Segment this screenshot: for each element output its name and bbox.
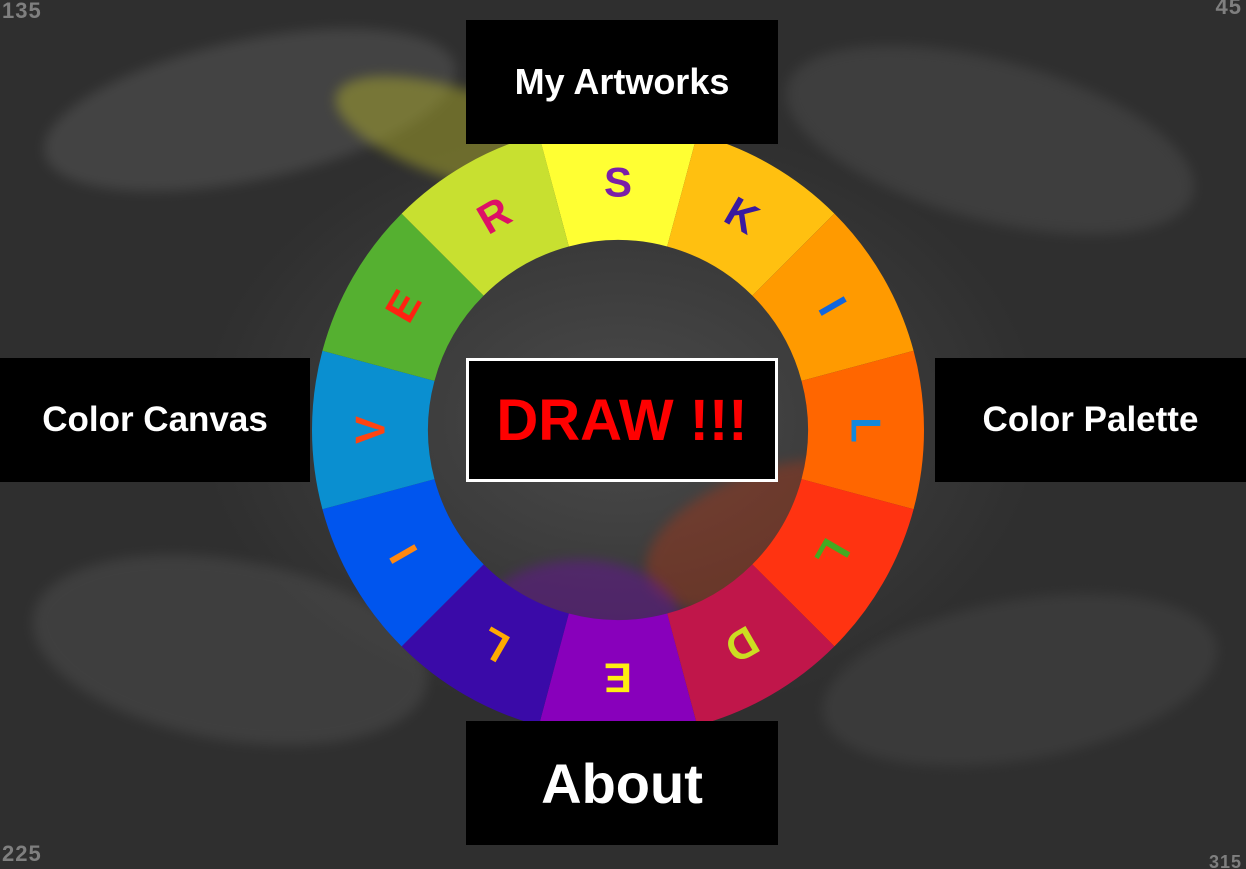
wheel-letter: S xyxy=(604,159,632,206)
color-canvas-button[interactable]: Color Canvas xyxy=(0,358,310,482)
draw-button[interactable]: DRAW !!! xyxy=(466,358,778,482)
main-menu-screen: 135 45 225 315 SKILLDELIVER My Artworks … xyxy=(0,0,1246,869)
about-button[interactable]: About xyxy=(466,721,778,845)
wheel-letter: V xyxy=(347,416,394,444)
wheel-letter: E xyxy=(604,655,632,702)
my-artworks-button[interactable]: My Artworks xyxy=(466,20,778,144)
wheel-letter: L xyxy=(843,417,890,443)
color-palette-button[interactable]: Color Palette xyxy=(935,358,1246,482)
